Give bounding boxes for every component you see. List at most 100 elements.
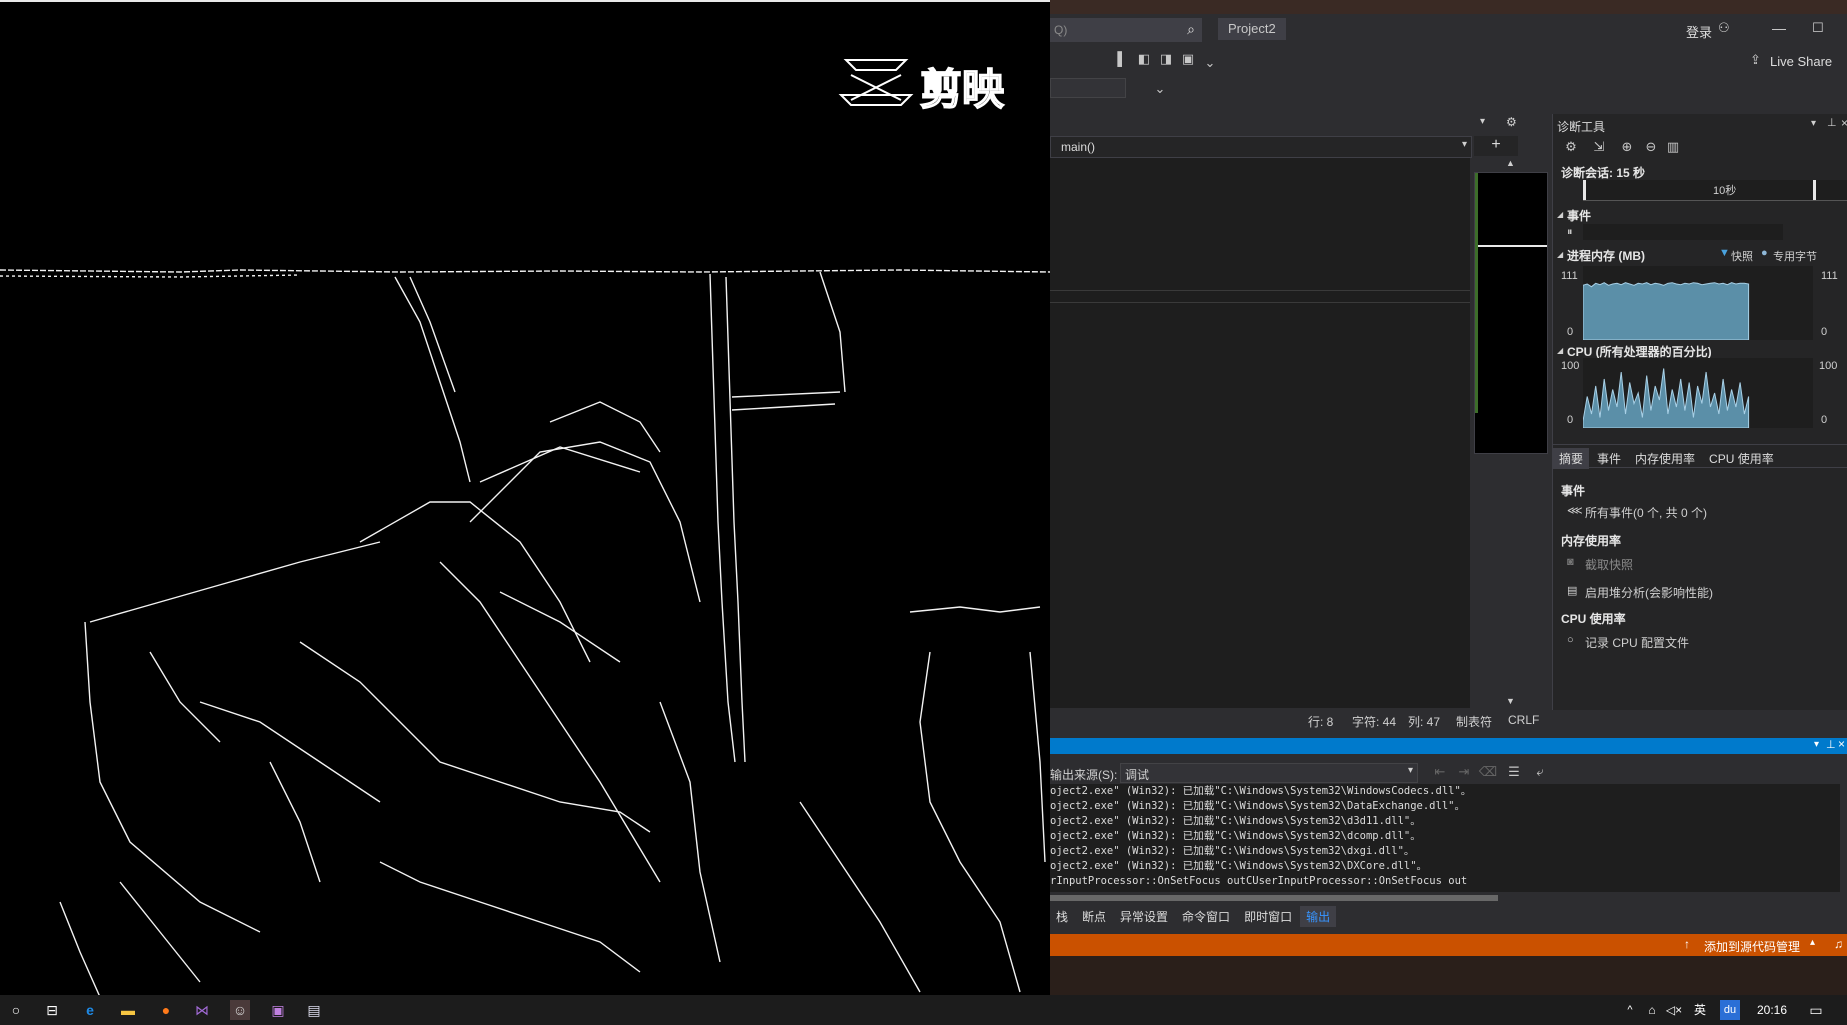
visual-studio-icon[interactable]: ⋈ — [192, 1000, 212, 1020]
editor-tab-strip: ▾ ⚙ — [1050, 114, 1525, 134]
network-icon[interactable]: ⌂ — [1642, 1000, 1662, 1020]
output-text[interactable]: oject2.exe" (Win32): 已加载"C:\Windows\Syst… — [1050, 784, 1840, 892]
toggle-wrap-icon[interactable]: ⤶ — [1530, 763, 1550, 781]
tab-events[interactable]: 事件 — [1591, 448, 1627, 469]
minimap-change-bar — [1475, 173, 1478, 413]
function-dropdown[interactable]: main() ▾ — [1050, 136, 1472, 158]
events-expander-icon[interactable]: ◢ — [1557, 210, 1563, 219]
output-line: oject2.exe" (Win32): 已加载"C:\Windows\Syst… — [1050, 860, 1428, 872]
diagnostics-title: 诊断工具 — [1557, 120, 1606, 134]
window-app-icon[interactable]: ▤ — [304, 1000, 324, 1020]
config-dropdown[interactable] — [1050, 78, 1126, 98]
code-editor[interactable] — [1050, 158, 1470, 708]
function-dropdown-arrow-icon: ▾ — [1461, 139, 1467, 150]
output-hscroll[interactable] — [1050, 892, 1847, 904]
file-explorer-icon[interactable]: ▬ — [118, 1000, 138, 1020]
bookmark-prev-icon[interactable]: ◧ — [1134, 50, 1154, 68]
tab-breakpoints[interactable]: 断点 — [1076, 906, 1112, 927]
diagnostics-options-icon[interactable]: ▾ — [1811, 118, 1816, 129]
diag-chart-icon[interactable]: ▥ — [1663, 138, 1683, 156]
clock[interactable]: 20:16 — [1752, 1000, 1792, 1020]
tab-memory[interactable]: 内存使用率 — [1629, 448, 1701, 469]
heap-analysis-button[interactable]: 启用堆分析(会影响性能) — [1585, 584, 1713, 601]
maximize-icon[interactable]: ☐ — [1812, 20, 1824, 36]
search-box[interactable]: Q) ⌕ — [1050, 18, 1202, 42]
source-control-arrow-icon: ▴ — [1810, 937, 1816, 948]
camera-app-icon[interactable]: ☺ — [230, 1000, 250, 1020]
split-button[interactable]: + — [1474, 136, 1518, 156]
login-link[interactable]: 登录 — [1686, 22, 1712, 41]
tab-immediate[interactable]: 即时窗口 — [1238, 906, 1298, 927]
summary-cpu-heading: CPU 使用率 — [1561, 612, 1626, 626]
snapshot-legend-icon: ▼ — [1719, 247, 1730, 259]
memory-expander-icon[interactable]: ◢ — [1557, 250, 1563, 259]
ime-badge[interactable]: du — [1720, 1000, 1740, 1020]
debug-console-icon[interactable]: ▣ — [268, 1000, 288, 1020]
tab-output[interactable]: 输出 — [1300, 906, 1337, 927]
diag-settings-icon[interactable]: ⚙ — [1561, 138, 1581, 156]
memory-chart[interactable] — [1583, 266, 1813, 340]
output-source-select[interactable]: 调试 ▾ — [1120, 763, 1418, 783]
zoom-out-icon[interactable]: ⊖ — [1641, 138, 1661, 156]
cpu-chart[interactable] — [1583, 358, 1813, 428]
config-dropdown-arrow-icon[interactable]: ⌄ — [1150, 80, 1170, 98]
scroll-down-icon[interactable]: ▼ — [1506, 696, 1515, 706]
task-view-icon[interactable]: ⊟ — [42, 1000, 62, 1020]
output-options-icon[interactable]: ▾ — [1814, 739, 1819, 750]
bookmark-icon[interactable]: ▌ — [1112, 50, 1132, 68]
jianying-logo-icon — [838, 59, 914, 106]
tab-command[interactable]: 命令窗口 — [1176, 906, 1236, 927]
take-snapshot-button[interactable]: 截取快照 — [1585, 556, 1633, 573]
notifications-icon[interactable]: ♫ — [1834, 937, 1843, 951]
timeline-end-handle[interactable] — [1813, 180, 1816, 200]
find-next-icon[interactable]: ⇥ — [1454, 763, 1474, 781]
action-center-icon[interactable]: ▭ — [1806, 1000, 1826, 1020]
status-tab[interactable]: 制表符 — [1456, 713, 1492, 730]
minimap[interactable] — [1474, 172, 1548, 454]
word-wrap-list-icon[interactable]: ☰ — [1504, 763, 1524, 781]
edge-browser-icon[interactable]: e — [80, 1000, 100, 1020]
timeline-start-handle[interactable] — [1583, 180, 1586, 200]
diagnostics-close-icon[interactable]: × — [1841, 116, 1847, 130]
show-hidden-icons[interactable]: ^ — [1620, 1000, 1640, 1020]
tab-exceptions[interactable]: 异常设置 — [1114, 906, 1174, 927]
cpu-expander-icon[interactable]: ◢ — [1557, 346, 1563, 355]
output-pin-icon[interactable]: ⊥ — [1826, 738, 1836, 751]
all-events-link[interactable]: 所有事件(0 个, 共 0 个) — [1585, 504, 1707, 521]
timeline-ruler[interactable]: 10秒 — [1583, 180, 1847, 201]
cpu-axis-max: 100 — [1561, 360, 1580, 372]
clear-all-icon[interactable]: ⌫ — [1478, 763, 1498, 781]
pause-icon[interactable]: ⏸ — [1567, 226, 1573, 239]
source-control-button[interactable]: 添加到源代码管理 — [1704, 938, 1800, 955]
tab-callstack[interactable]: 栈 — [1050, 906, 1074, 927]
input-language[interactable]: 英 — [1690, 1000, 1710, 1020]
minimize-icon[interactable]: — — [1772, 20, 1786, 36]
bottom-tool-tabs: 栈断点 异常设置 命令窗口 即时窗口 输出 — [1050, 906, 1847, 928]
status-char: 字符: 44 — [1352, 715, 1397, 729]
tab-summary[interactable]: 摘要 — [1553, 448, 1590, 469]
user-icon[interactable]: ⚇ — [1718, 20, 1730, 36]
zoom-in-icon[interactable]: ⊕ — [1617, 138, 1637, 156]
diag-export-icon[interactable]: ⇲ — [1589, 138, 1609, 156]
bookmark-clear-icon[interactable]: ▣ — [1178, 50, 1198, 68]
tab-cpu[interactable]: CPU 使用率 — [1703, 448, 1780, 469]
bookmark-next-icon[interactable]: ◨ — [1156, 50, 1176, 68]
status-eol[interactable]: CRLF — [1508, 713, 1539, 727]
toolbar-overflow-icon[interactable]: ⌄ — [1200, 54, 1220, 72]
diagnostics-pin-icon[interactable]: ⊥ — [1827, 116, 1837, 129]
volume-mute-icon[interactable]: ◁× — [1664, 1000, 1684, 1020]
editor-settings-icon[interactable]: ⚙ — [1506, 115, 1517, 129]
summary-memory-heading: 内存使用率 — [1561, 534, 1622, 548]
output-close-icon[interactable]: × — [1838, 737, 1845, 751]
find-prev-icon[interactable]: ⇤ — [1430, 763, 1450, 781]
start-search-icon[interactable]: ○ — [6, 1000, 26, 1020]
cpu-axis-min: 0 — [1567, 414, 1574, 426]
firefox-icon[interactable]: ● — [156, 1000, 176, 1020]
heap-icon: ▤ — [1567, 585, 1578, 597]
scroll-up-icon[interactable]: ▲ — [1506, 158, 1515, 168]
editor-options-icon[interactable]: ▾ — [1480, 116, 1485, 127]
session-duration: 诊断会话: 15 秒 — [1561, 166, 1646, 180]
record-cpu-button[interactable]: 记录 CPU 配置文件 — [1585, 634, 1689, 651]
output-toolbar: 输出来源(S): 调试 ▾ ⇤ ⇥ ⌫ ☰ ⤶ — [1050, 760, 1847, 784]
output-hscroll-thumb[interactable] — [1050, 895, 1498, 901]
